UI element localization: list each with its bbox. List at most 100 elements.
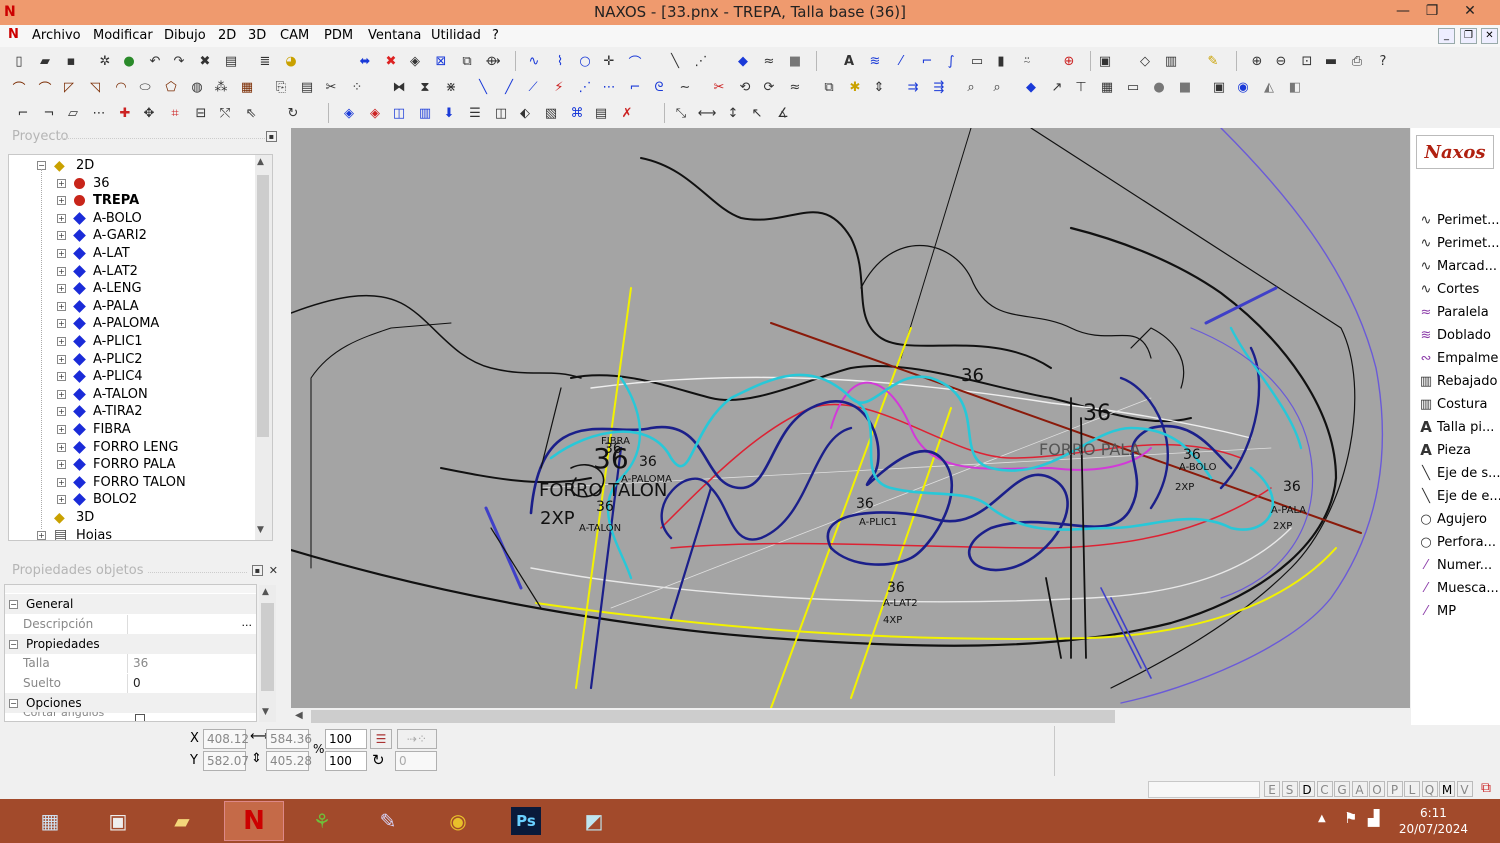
export-icon[interactable]: ▣: [1096, 52, 1114, 70]
ruler-icon[interactable]: ▬: [1322, 52, 1340, 70]
tool-item[interactable]: ∿ Perimet...: [1417, 210, 1500, 230]
diamond-split-icon[interactable]: ⬖: [516, 104, 534, 122]
chrome-icon[interactable]: ◉: [428, 801, 488, 841]
collapse-icon[interactable]: −: [9, 599, 18, 609]
expand-icon[interactable]: +: [57, 213, 66, 223]
tree-item[interactable]: + A-TALON: [57, 386, 148, 403]
expand-icon[interactable]: +: [37, 530, 46, 540]
hash-icon[interactable]: ⌗: [166, 104, 184, 122]
zoom-out-icon[interactable]: ⊖: [1272, 52, 1290, 70]
expand-icon[interactable]: +: [57, 284, 66, 294]
mdi-restore-button[interactable]: ❐: [1460, 28, 1477, 44]
tree-item[interactable]: + ▤ Hojas: [37, 527, 112, 540]
redo-icon[interactable]: ↷: [170, 52, 188, 70]
expand-icon[interactable]: +: [57, 178, 66, 188]
explorer-icon[interactable]: ▣: [88, 801, 148, 841]
tree-item[interactable]: + A-BOLO: [57, 210, 142, 227]
canvas-hscrollbar[interactable]: ◀: [291, 708, 1410, 725]
scroll-down-icon[interactable]: ▼: [262, 707, 269, 717]
tree-item[interactable]: + FORRO TALON: [57, 474, 186, 491]
dim-horizontal-icon[interactable]: ⟷: [698, 104, 717, 122]
updown-icon[interactable]: ⇕: [870, 78, 888, 96]
expand-icon[interactable]: +: [57, 389, 66, 399]
panel-pin-icon[interactable]: ▪: [252, 565, 263, 576]
expand-icon[interactable]: +: [57, 477, 66, 487]
tree-item[interactable]: + A-PLIC4: [57, 368, 143, 385]
panel-pin-icon[interactable]: ▪: [266, 131, 277, 142]
hatch-icon[interactable]: ◍: [188, 78, 206, 96]
status-toggle[interactable]: Q: [1421, 781, 1438, 797]
route-icon[interactable]: ⌘: [568, 104, 586, 122]
tool-item[interactable]: ○ Perfora...: [1417, 532, 1496, 552]
polyline-icon[interactable]: ⋰: [692, 52, 710, 70]
tree-item[interactable]: + A-LAT: [57, 245, 130, 262]
scroll-thumb[interactable]: [257, 175, 269, 437]
corner-right-icon[interactable]: ¬: [40, 104, 58, 122]
hourglass-icon[interactable]: ⧗: [416, 78, 434, 96]
polygon-icon[interactable]: ⬠: [162, 78, 180, 96]
expand-icon[interactable]: +: [57, 301, 66, 311]
photoshop-icon[interactable]: Ps: [496, 801, 556, 841]
slant-icon[interactable]: ⟋: [524, 78, 542, 96]
status-toggle[interactable]: G: [1334, 781, 1350, 797]
smooth-icon[interactable]: ≈: [760, 52, 778, 70]
dim-angle-icon[interactable]: ∡: [774, 104, 792, 122]
split-arrow-icon[interactable]: ⇶: [930, 78, 948, 96]
point-icon[interactable]: ✛: [600, 52, 618, 70]
width-field[interactable]: 584.36: [266, 729, 312, 749]
expand-icon[interactable]: +: [57, 319, 66, 329]
down-marker-icon[interactable]: ⬇: [440, 104, 458, 122]
join-arrow-icon[interactable]: ⇉: [904, 78, 922, 96]
rotation-field[interactable]: 0: [395, 751, 437, 771]
menu-cam[interactable]: CAM: [280, 28, 309, 43]
props-scrollbar[interactable]: ▲ ▼: [259, 585, 276, 722]
collapse-icon[interactable]: −: [9, 698, 18, 708]
scroll-up-icon[interactable]: ▲: [257, 157, 264, 167]
ellipse-icon[interactable]: ⬭: [136, 78, 154, 96]
suelto-field[interactable]: 0: [127, 673, 256, 693]
expand-icon[interactable]: +: [57, 354, 66, 364]
shape-icon[interactable]: ●: [1150, 78, 1168, 96]
tree-item[interactable]: +36: [57, 175, 110, 192]
expand-icon[interactable]: +: [57, 425, 66, 434]
print-icon[interactable]: ⎙: [1348, 52, 1366, 70]
menu-dibujo[interactable]: Dibujo: [164, 28, 206, 43]
status-toggle[interactable]: M: [1439, 781, 1455, 797]
scroll-left-icon[interactable]: ◀: [295, 710, 303, 721]
zoom-all-icon[interactable]: ⊡: [1298, 52, 1316, 70]
apply-transform-icon[interactable]: ⇢⁘: [397, 729, 437, 749]
tool-item[interactable]: ⁄ Numer...: [1417, 555, 1492, 575]
expand-icon[interactable]: +: [57, 442, 66, 452]
tree-item[interactable]: + BOLO2: [57, 491, 137, 508]
move-cross-icon[interactable]: ✥: [140, 104, 158, 122]
magnify-icon[interactable]: ⌕: [962, 78, 980, 96]
tool-item[interactable]: ○ Agujero: [1417, 509, 1487, 529]
rotate-icon[interactable]: ⟲: [736, 78, 754, 96]
grid-icon[interactable]: ▦: [238, 78, 256, 96]
curve-tool-icon[interactable]: ⌒: [10, 78, 28, 97]
tree-item[interactable]: + A-LENG: [57, 280, 142, 297]
refresh-icon[interactable]: ↻: [284, 104, 302, 122]
table-icon[interactable]: ▦: [1098, 78, 1116, 96]
rows-icon[interactable]: ☰: [466, 104, 484, 122]
pattern-icon[interactable]: ⍨: [1018, 52, 1036, 70]
descripcion-browse-button[interactable]: ...: [242, 616, 253, 629]
stretch-icon[interactable]: ⟴: [484, 52, 502, 70]
rectangle-fill-icon[interactable]: ■: [786, 52, 804, 70]
section-opciones[interactable]: − Opciones: [5, 693, 256, 713]
cube-icon[interactable]: ◧: [1286, 78, 1304, 96]
dim-diagonal-icon[interactable]: ⤡: [672, 104, 690, 122]
dim-vertical-icon[interactable]: ↕: [724, 104, 742, 122]
tool-item[interactable]: ▥ Costura: [1417, 394, 1488, 414]
copy-icon[interactable]: ⎘: [272, 78, 290, 96]
group-icon[interactable]: ⁘: [348, 78, 366, 96]
close-button[interactable]: ✕: [1455, 0, 1485, 22]
tool-item[interactable]: ∿ Cortes: [1417, 279, 1480, 299]
section-general[interactable]: − General: [5, 594, 256, 614]
collapse-icon[interactable]: −: [9, 639, 18, 649]
export-diamond-icon[interactable]: ◫: [390, 104, 408, 122]
height-field[interactable]: 405.28: [266, 751, 312, 771]
expand-icon[interactable]: +: [57, 249, 66, 258]
bars-icon[interactable]: ▥: [1162, 52, 1180, 70]
settings-icon[interactable]: ✲: [96, 52, 114, 70]
